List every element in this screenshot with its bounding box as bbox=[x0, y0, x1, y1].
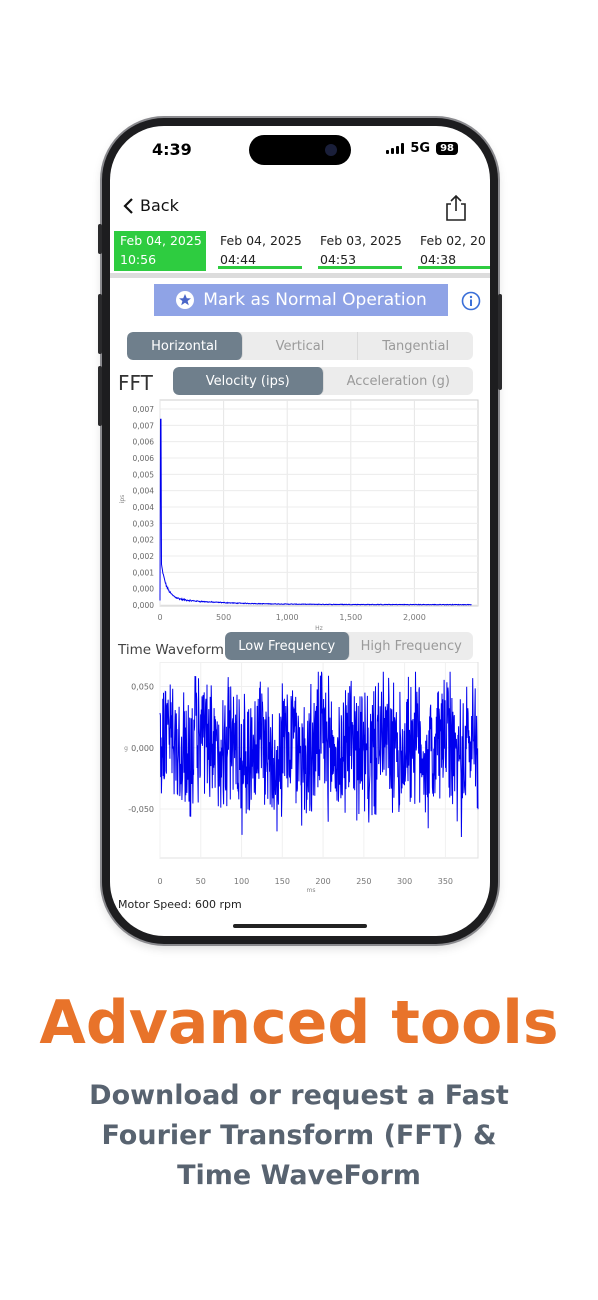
camera-icon bbox=[325, 144, 337, 156]
home-indicator[interactable] bbox=[233, 924, 367, 928]
waveform-x-tick-label: 0 bbox=[157, 877, 162, 886]
fft-x-tick-label: 500 bbox=[216, 613, 231, 622]
fft-y-tick-label: 0,005 bbox=[133, 470, 155, 479]
fft-y-tick-label: 0,006 bbox=[133, 454, 155, 463]
date-selector: Feb 04, 2025 10:56 Feb 04, 2025 04:44 Feb 03… bbox=[110, 231, 490, 271]
info-icon[interactable] bbox=[461, 291, 481, 311]
waveform-x-tick-label: 200 bbox=[315, 877, 330, 886]
mute-switch bbox=[98, 224, 102, 254]
signal-icon bbox=[386, 143, 405, 154]
subtext-line-1: Download or request a Fast bbox=[89, 1080, 509, 1111]
tab-acceleration[interactable]: Acceleration (g) bbox=[324, 367, 474, 395]
subtext-line-2: Fourier Transform (FFT) & bbox=[101, 1120, 497, 1151]
date-item[interactable]: Feb 03, 2025 04:53 bbox=[314, 231, 406, 271]
date-item[interactable]: Feb 02, 20 04:38 bbox=[414, 231, 490, 271]
fft-x-tick-label: 1,000 bbox=[276, 613, 299, 622]
power-button bbox=[498, 294, 502, 390]
time-label: 04:38 bbox=[420, 252, 457, 267]
star-badge-icon bbox=[176, 291, 195, 309]
axis-selector: Horizontal Vertical Tangential bbox=[127, 332, 473, 360]
tab-vertical[interactable]: Vertical bbox=[243, 332, 359, 360]
date-item[interactable]: Feb 04, 2025 04:44 bbox=[214, 231, 306, 271]
waveform-x-tick-label: 50 bbox=[196, 877, 206, 886]
waveform-chart: 0 50 100 150 200 250 300 350 0,050 0,000 -0,050 ms g bbox=[124, 662, 479, 894]
date-label: Feb 04, 2025 bbox=[120, 233, 202, 248]
status-bar-right: 5G 98 bbox=[386, 141, 458, 156]
divider bbox=[110, 273, 490, 278]
tab-horizontal[interactable]: Horizontal bbox=[127, 332, 243, 360]
time-label: 10:56 bbox=[120, 252, 157, 267]
fft-plot-area bbox=[159, 399, 479, 607]
dynamic-island bbox=[249, 135, 351, 165]
fft-y-tick-label: 0,000 bbox=[133, 585, 155, 594]
fft-chart: 0 500 1,000 1,500 2,000 0,000 0,000 0,001 0,002 0… bbox=[119, 399, 479, 632]
waveform-title: Time Waveform bbox=[118, 642, 224, 658]
mark-normal-button[interactable]: Mark as Normal Operation bbox=[154, 284, 448, 316]
time-label: 04:53 bbox=[320, 252, 357, 267]
tab-tangential[interactable]: Tangential bbox=[358, 332, 473, 360]
fft-y-tick-label: 0,002 bbox=[133, 552, 155, 561]
subtext: Download or request a Fast Fourier Trans… bbox=[0, 1076, 598, 1196]
motor-speed: Motor Speed: 600 rpm bbox=[118, 898, 242, 911]
date-underline bbox=[218, 266, 302, 269]
network-label: 5G bbox=[410, 141, 431, 156]
date-item[interactable]: Feb 04, 2025 10:56 bbox=[114, 231, 206, 271]
fft-y-tick-label: 0,004 bbox=[133, 487, 155, 496]
phone-frame: 4:39 5G 98 Back Feb 04, 2025 10:56 Feb 04,… bbox=[98, 118, 502, 944]
waveform-x-tick-label: 250 bbox=[356, 877, 371, 886]
fft-x-tick-label: 0 bbox=[157, 613, 162, 622]
tab-velocity[interactable]: Velocity (ips) bbox=[173, 367, 324, 395]
chevron-left-icon bbox=[123, 197, 133, 214]
fft-y-tick-label: 0,001 bbox=[133, 568, 155, 577]
tab-high-frequency[interactable]: High Frequency bbox=[350, 632, 474, 660]
waveform-x-tick-label: 150 bbox=[275, 877, 290, 886]
status-time: 4:39 bbox=[152, 140, 192, 159]
date-label: Feb 02, 20 bbox=[420, 233, 486, 248]
fft-x-axis-label: Hz bbox=[315, 625, 323, 632]
waveform-x-tick-label: 350 bbox=[438, 877, 453, 886]
date-underline bbox=[318, 266, 402, 269]
time-label: 04:44 bbox=[220, 252, 257, 267]
fft-y-tick-label: 0,003 bbox=[133, 519, 155, 528]
fft-y-tick-label: 0,007 bbox=[133, 405, 155, 414]
fft-y-tick-label: 0,006 bbox=[133, 438, 155, 447]
waveform-y-axis-label: g bbox=[124, 745, 128, 752]
battery-icon: 98 bbox=[436, 142, 458, 155]
fft-y-tick-label: 0,007 bbox=[133, 421, 155, 430]
volume-down-button bbox=[98, 366, 102, 426]
waveform-y-tick-label: 0,000 bbox=[131, 744, 154, 753]
fft-y-tick-label: 0,002 bbox=[133, 536, 155, 545]
phone-screen: 4:39 5G 98 Back Feb 04, 2025 10:56 Feb 04,… bbox=[110, 126, 490, 936]
mark-normal-label: Mark as Normal Operation bbox=[203, 290, 427, 310]
date-underline bbox=[418, 266, 490, 269]
date-label: Feb 03, 2025 bbox=[320, 233, 402, 248]
subtext-line-3: Time WaveForm bbox=[177, 1160, 421, 1191]
date-label: Feb 04, 2025 bbox=[220, 233, 302, 248]
waveform-frequency-selector: Low Frequency High Frequency bbox=[225, 632, 473, 660]
back-button[interactable]: Back bbox=[122, 196, 179, 215]
volume-up-button bbox=[98, 294, 102, 354]
waveform-x-tick-label: 300 bbox=[397, 877, 412, 886]
fft-y-axis-label: ips bbox=[119, 495, 126, 504]
share-icon[interactable] bbox=[444, 194, 468, 222]
headline: Advanced tools bbox=[39, 988, 559, 1058]
fft-x-tick-label: 1,500 bbox=[339, 613, 362, 622]
tab-low-frequency[interactable]: Low Frequency bbox=[225, 632, 350, 660]
waveform-x-tick-label: 100 bbox=[234, 877, 249, 886]
waveform-x-axis-label: ms bbox=[307, 887, 316, 894]
fft-x-tick-label: 2,000 bbox=[403, 613, 426, 622]
back-label: Back bbox=[140, 196, 179, 215]
waveform-y-tick-label: 0,050 bbox=[131, 683, 154, 692]
waveform-y-tick-label: -0,050 bbox=[128, 805, 154, 814]
fft-title: FFT bbox=[118, 371, 153, 395]
fft-y-tick-label: 0,004 bbox=[133, 503, 155, 512]
nav-bar: Back bbox=[110, 194, 490, 222]
fft-unit-selector: Velocity (ips) Acceleration (g) bbox=[173, 367, 473, 395]
fft-y-tick-label: 0,000 bbox=[133, 601, 155, 610]
